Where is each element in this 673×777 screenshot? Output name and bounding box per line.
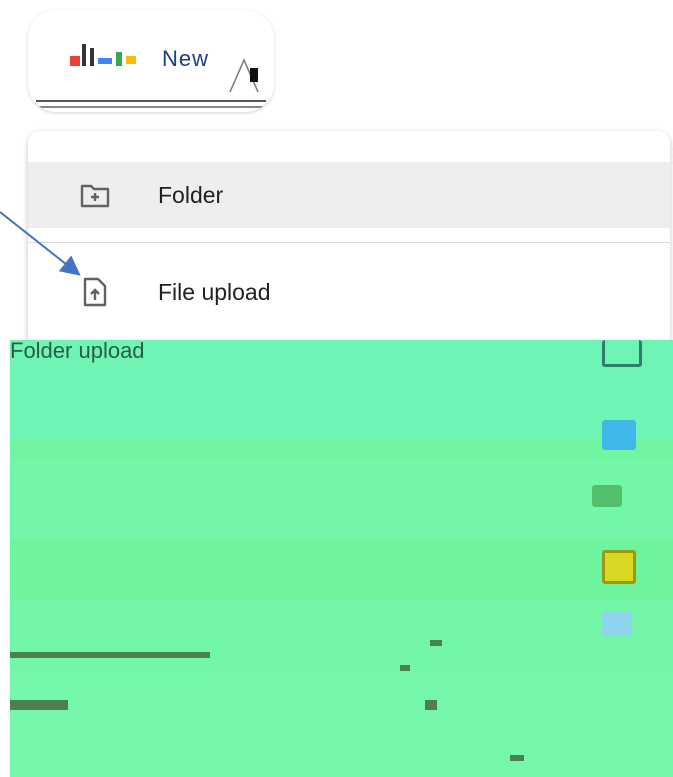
screenshot-page: New ⋮ Folder File (0, 0, 673, 777)
glitch-stroke (10, 700, 68, 710)
menu-divider (28, 242, 670, 243)
form-icon (602, 612, 632, 636)
glitch-band (10, 670, 673, 777)
menu-item-file-upload[interactable]: File upload (28, 259, 670, 325)
glitch-stroke (510, 755, 524, 761)
glitch-stroke (400, 665, 410, 671)
glitch-line (36, 106, 266, 108)
glitch-stroke (10, 652, 210, 658)
slides-icon (602, 550, 636, 584)
spreadsheet-icon (592, 485, 622, 507)
new-folder-icon (80, 180, 110, 210)
file-upload-icon (80, 277, 110, 307)
document-icon (602, 420, 636, 450)
glitch-stroke (430, 640, 442, 646)
new-button-label: New (162, 46, 210, 71)
upload-icon (602, 340, 642, 367)
glitched-region: Folder upload (10, 340, 673, 777)
menu-item-label: File upload (158, 278, 271, 305)
glitch-stroke (425, 700, 437, 710)
menu-item-folder-upload[interactable]: Folder upload (10, 340, 145, 364)
plus-icon (70, 44, 136, 66)
new-menu: Folder File upload (28, 131, 670, 341)
menu-item-folder[interactable]: Folder (28, 162, 670, 228)
menu-item-label: Folder (158, 181, 224, 208)
glitch-line (36, 100, 266, 102)
glitch-band (10, 540, 673, 600)
glitch-mark-icon (229, 58, 259, 93)
glitch-band (10, 440, 673, 460)
new-button[interactable]: New (28, 10, 274, 112)
